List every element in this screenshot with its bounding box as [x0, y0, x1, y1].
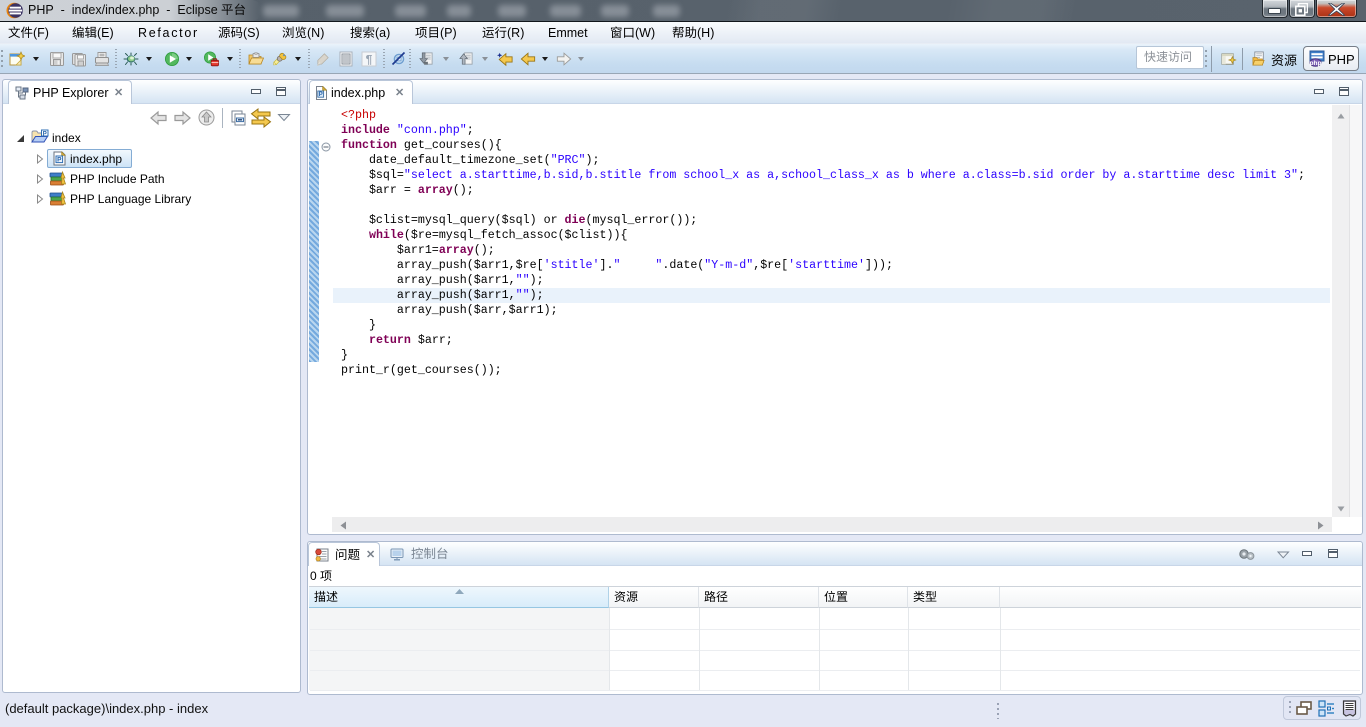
svg-text:P: P	[319, 92, 323, 98]
svg-text:¶: ¶	[366, 53, 373, 67]
svg-text:P: P	[57, 157, 62, 164]
svg-text:php: php	[1310, 60, 1322, 67]
svg-text:P: P	[43, 131, 47, 137]
